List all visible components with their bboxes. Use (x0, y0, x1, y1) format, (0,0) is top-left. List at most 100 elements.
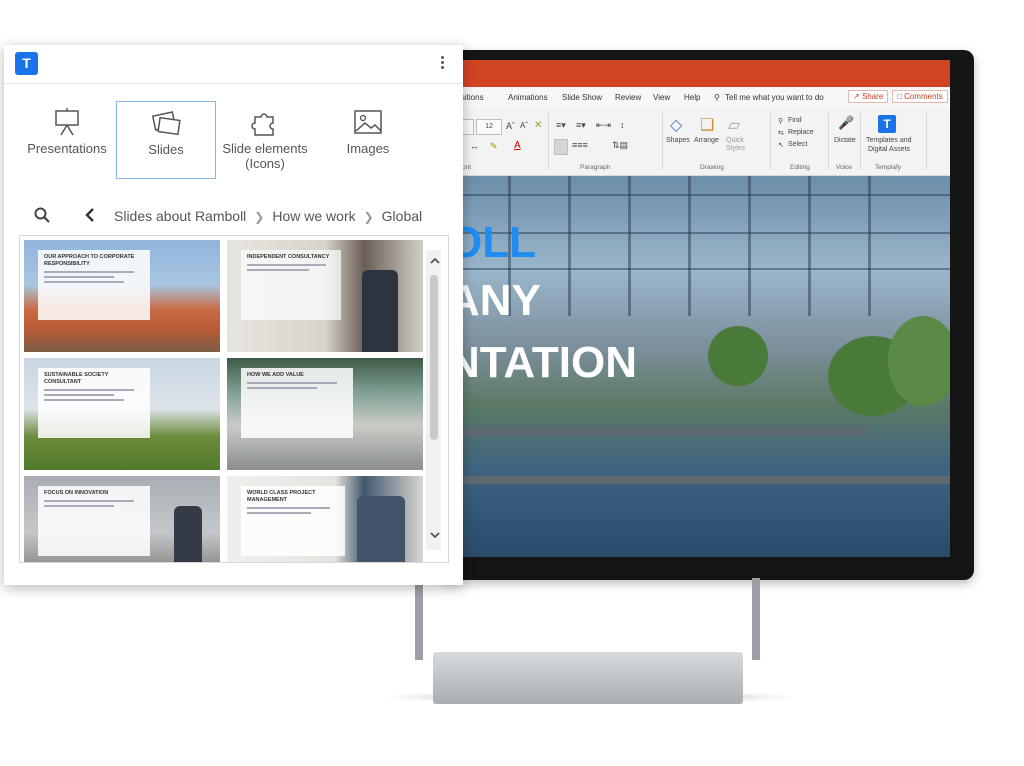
slide-title-line3: NTATION (448, 338, 637, 387)
ribbon-divider (662, 113, 663, 169)
text-line (247, 512, 312, 514)
thumbnail-text-box: How we add value (241, 368, 353, 438)
find-icon[interactable]: ⚲ (778, 117, 783, 125)
drawing-group-label: Drawing (700, 164, 724, 171)
select-icon[interactable]: ↖ (778, 141, 784, 149)
window-frame (568, 176, 571, 316)
breadcrumb-item[interactable]: How we work (272, 208, 355, 224)
slide-thumbnail[interactable]: Focus on innovation (24, 476, 220, 562)
share-button[interactable]: ↗ Share (848, 90, 889, 103)
microphone-icon[interactable]: 🎤 (838, 115, 854, 131)
category-images[interactable]: Images (319, 101, 417, 177)
powerpoint-window: ansitions Animations Slide Show Review V… (448, 60, 950, 557)
comments-button[interactable]: □ Comments (892, 90, 948, 103)
quick-styles-icon[interactable]: ▱ (728, 115, 740, 135)
line-spacing-icon[interactable]: ↕ (620, 120, 625, 130)
thumbnail-text-box: Sustainable society consultant (38, 368, 150, 438)
category-label: Slides (148, 142, 184, 157)
spacing-icon[interactable]: ↔ (470, 141, 479, 151)
templafy-icon[interactable]: T (878, 115, 896, 133)
category-presentations[interactable]: Presentations (18, 101, 116, 177)
select-button[interactable]: Select (788, 141, 807, 148)
shapes-label[interactable]: Shapes (666, 137, 690, 144)
category-label: Images (346, 141, 390, 156)
breadcrumb-item[interactable]: Global (382, 208, 422, 224)
grow-font-icon[interactable]: Aˆ (506, 121, 515, 131)
puzzle-icon (251, 113, 274, 136)
breadcrumb-item[interactable]: Slides about Ramboll (114, 208, 246, 224)
person-photo (357, 496, 405, 562)
font-color-icon[interactable]: A (514, 140, 521, 151)
editing-group-label: Editing (790, 164, 810, 171)
ribbon-divider (548, 113, 549, 169)
stand-base (433, 652, 743, 704)
quick-styles-label[interactable]: Quick Styles (726, 137, 750, 153)
scroll-up-icon[interactable] (428, 254, 442, 268)
slide-thumbnail[interactable]: Sustainable society consultant (24, 358, 220, 470)
ribbon-divider (926, 113, 927, 169)
font-size-box[interactable]: 12 (476, 119, 502, 135)
ribbon-divider (828, 113, 829, 169)
slide-thumbnail[interactable]: World class project management (227, 476, 423, 562)
tell-me-search[interactable]: Tell me what you want to do (725, 93, 824, 102)
bullets-icon[interactable]: ≡▾ (556, 120, 566, 131)
lightbulb-icon: ⚲ (714, 93, 720, 102)
search-icon[interactable] (33, 206, 51, 224)
templates-label-2[interactable]: Digital Assets (868, 146, 910, 153)
dictate-button[interactable]: Dictate (834, 137, 856, 144)
numbering-icon[interactable]: ≡▾ (576, 120, 586, 131)
arrange-icon[interactable]: ❏ (700, 115, 714, 135)
replace-button[interactable]: Replace (788, 129, 814, 136)
thumbnail-title: Focus on innovation (44, 490, 109, 496)
indent-icon[interactable]: ⇤⇥ (596, 120, 611, 131)
tab-animations[interactable]: Animations (508, 93, 548, 102)
thumbnail-text-box: Focus on innovation (38, 486, 150, 556)
window-frame (808, 176, 811, 316)
tab-help[interactable]: Help (684, 93, 700, 102)
slide-thumbnail[interactable]: How we add value (227, 358, 423, 470)
templafy-panel: T Presentations Slides Slide elements (I… (4, 45, 463, 585)
thumbnail-title: Independent consultancy (247, 254, 330, 260)
align-center-icon[interactable]: ≡≡≡ (572, 140, 588, 150)
shrink-font-icon[interactable]: Aˇ (520, 121, 528, 130)
scrollbar-thumb[interactable] (430, 275, 438, 440)
thumbnail-text-box: Independent consultancy (241, 250, 341, 320)
clear-format-icon[interactable]: ✕ (534, 120, 542, 131)
person-photo (174, 506, 202, 562)
text-line (247, 382, 337, 384)
text-line (44, 281, 124, 283)
highlight-icon[interactable]: ✎ (490, 141, 498, 152)
text-line (247, 264, 327, 266)
slide-thumbnail[interactable]: Our approach to corporate responsibility (24, 240, 220, 352)
tab-review[interactable]: Review (615, 93, 641, 102)
category-label: Presentations (27, 141, 107, 156)
arrange-label[interactable]: Arrange (694, 137, 719, 144)
presentation-icon (55, 108, 79, 136)
category-slide-elements[interactable]: Slide elements (Icons) (216, 101, 314, 177)
comments-label: Comments (904, 92, 943, 101)
find-button[interactable]: Find (788, 117, 802, 124)
slide-thumbnail-grid: Our approach to corporate responsibility… (19, 235, 449, 563)
templates-label-1[interactable]: Templates and (866, 137, 912, 144)
replace-icon[interactable]: ⇆ (778, 129, 784, 137)
window-frame (448, 194, 950, 196)
scroll-down-icon[interactable] (428, 528, 442, 542)
slide-thumbnail[interactable]: Independent consultancy (227, 240, 423, 352)
ribbon-divider (770, 113, 771, 169)
slide-canvas[interactable]: OLL ANY NTATION (448, 176, 950, 557)
person-photo (362, 270, 398, 352)
category-label: Slide elements (Icons) (222, 141, 308, 171)
text-line (44, 389, 134, 391)
tab-slide-show[interactable]: Slide Show (562, 93, 602, 102)
text-line (44, 399, 124, 401)
category-slides[interactable]: Slides (116, 101, 216, 179)
text-direction-icon[interactable]: ⇅▤ (612, 140, 628, 151)
tab-view[interactable]: View (653, 93, 670, 102)
more-options-icon[interactable] (439, 55, 445, 71)
templafy-group-label: Templafy (875, 164, 902, 171)
shapes-icon[interactable]: ◇ (670, 115, 682, 135)
breadcrumb: Slides about Ramboll ❯ How we work ❯ Global (114, 208, 454, 224)
align-left-button[interactable] (554, 139, 568, 155)
back-arrow-icon[interactable] (81, 206, 99, 224)
text-line (247, 387, 317, 389)
